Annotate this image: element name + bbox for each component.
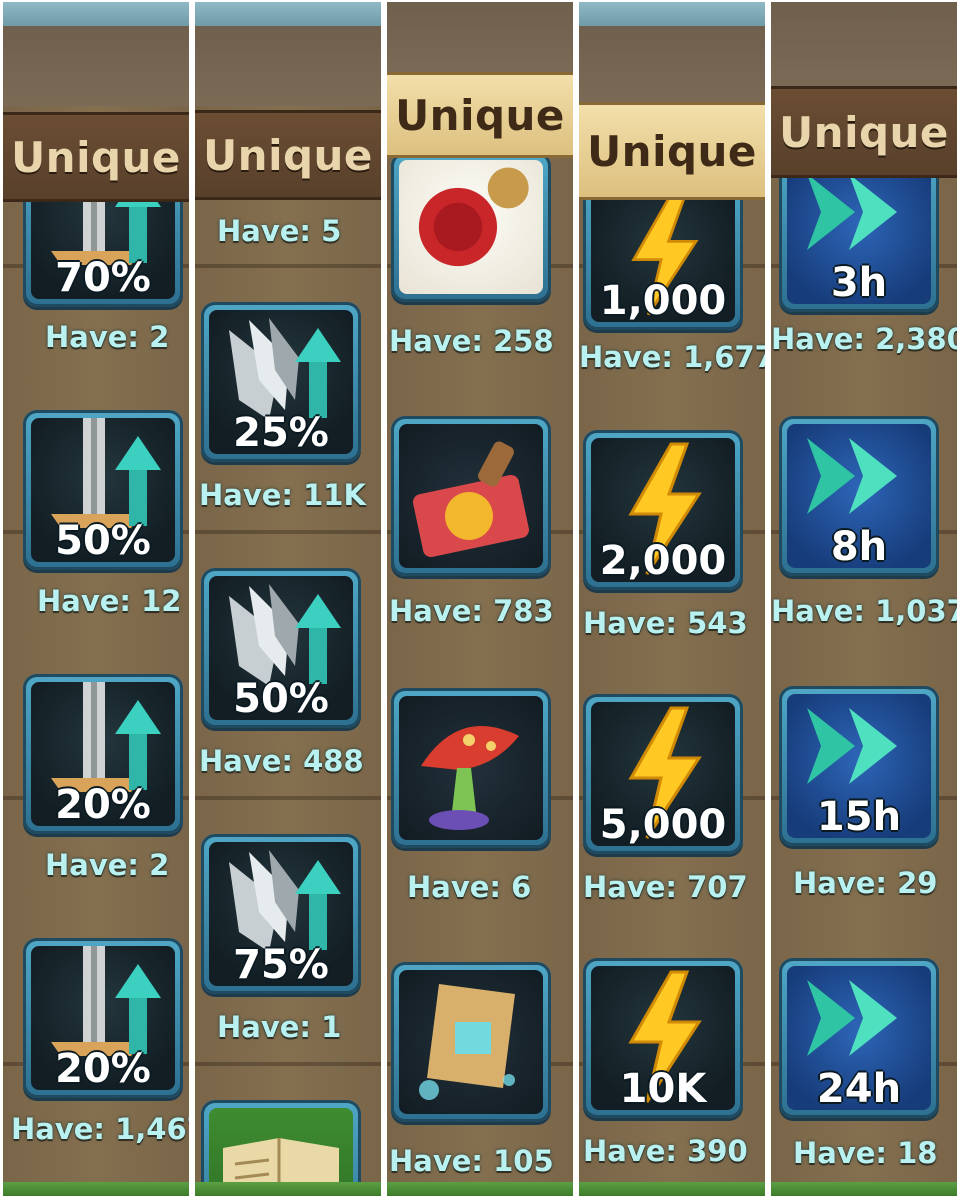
item-value: 50% [55,518,151,564]
separator [573,0,579,1200]
grass-strip [771,1182,957,1196]
category-header: Unique [387,72,573,158]
item-value: 20% [55,1046,151,1092]
item-value: 10K [619,1066,707,1112]
grass-strip [579,1182,765,1196]
have-count: Have: 12 [37,584,182,618]
have-count: Have: 29 [793,866,938,900]
sky-strip [195,2,381,26]
have-count: Have: 488 [199,744,364,778]
category-header: Unique [3,112,189,202]
item-slot[interactable]: 20% [23,938,183,1098]
item-value: 20% [55,782,151,828]
category-header: Unique [771,86,957,178]
item-value: 15h [816,794,902,840]
column-speedups: Unique 3h Have: 2,380 8h Have: 1,037 15h… [771,2,957,1196]
column-sword-upgrades: Unique 70% Have: 2 50% Have: 12 20% Have… [3,2,189,1196]
category-header: Unique [579,102,765,200]
item-slot[interactable]: 5,000 [583,694,743,854]
item-slot[interactable]: 8h [779,416,939,576]
item-slot[interactable]: 20% [23,674,183,834]
item-value: 24h [816,1066,902,1112]
have-count: Have: 543 [583,606,748,640]
wall-strip [387,2,573,72]
have-count: Have: 2,380 [771,322,957,356]
item-value: 50% [233,676,329,722]
have-count: Have: 1,677 [579,340,765,374]
separator [189,0,195,1200]
column-energy: Unique 1,000 Have: 1,677 2,000 Have: 543… [579,2,765,1196]
item-slot[interactable]: 25% [201,302,361,462]
grass-strip [195,1182,381,1196]
item-slot[interactable]: 50% [201,568,361,728]
have-count: Have: 783 [389,594,554,628]
item-slot[interactable]: 50% [23,410,183,570]
have-count: Have: 1,467 [11,1112,189,1146]
column-misc-items: Unique Have: 258 Have: 783 Have: 6 Have:… [387,2,573,1196]
item-slot[interactable]: 75% [201,834,361,994]
item-slot[interactable] [391,962,551,1122]
item-slot[interactable]: 2,000 [583,430,743,590]
sky-strip [579,2,765,26]
have-count: Have: 707 [583,870,748,904]
glowing-scroll-icon [419,984,515,1100]
wall-strip [579,26,765,106]
mushroom-icon [421,726,519,830]
grass-strip [387,1182,573,1196]
have-count: Have: 105 [389,1144,554,1178]
have-count: Have: 2 [45,320,170,354]
have-count: Have: 1,037 [771,594,957,628]
item-value: 5,000 [599,802,727,848]
item-value: 1,000 [599,278,727,324]
item-slot[interactable]: 10K [583,958,743,1118]
item-value: 2,000 [599,538,727,584]
wall-strip [3,26,189,106]
wall-strip [195,26,381,106]
item-slot[interactable]: 24h [779,958,939,1118]
have-count: Have: 390 [583,1134,748,1168]
item-value: 70% [55,255,151,301]
grass-strip [3,1182,189,1196]
have-count: Have: 2 [45,848,170,882]
wall-strip [771,2,957,86]
item-slot[interactable]: 1,000 [583,182,743,330]
have-count: Have: 6 [407,870,532,904]
separator [765,0,771,1200]
wax-seal-icon [418,167,529,267]
have-count: Have: 1 [217,1010,342,1044]
item-value: 25% [233,410,329,456]
sky-strip [3,2,189,26]
have-count: Have: 11K [199,478,366,512]
have-count: Have: 18 [793,1136,938,1170]
column-wing-upgrades: Unique Have: 5 25% Have: 11K 50% Have: 4… [195,2,381,1196]
stamp-icon [413,441,529,558]
item-slot[interactable] [391,416,551,576]
have-count: Have: 258 [389,324,554,358]
item-slot[interactable] [391,688,551,848]
item-value: 3h [830,260,888,306]
item-value: 75% [233,942,329,988]
item-value: 8h [830,524,888,570]
category-header: Unique [195,110,381,200]
separator [381,0,387,1200]
have-count: Have: 5 [217,214,342,248]
item-slot[interactable] [391,152,551,302]
item-slot[interactable]: 15h [779,686,939,846]
